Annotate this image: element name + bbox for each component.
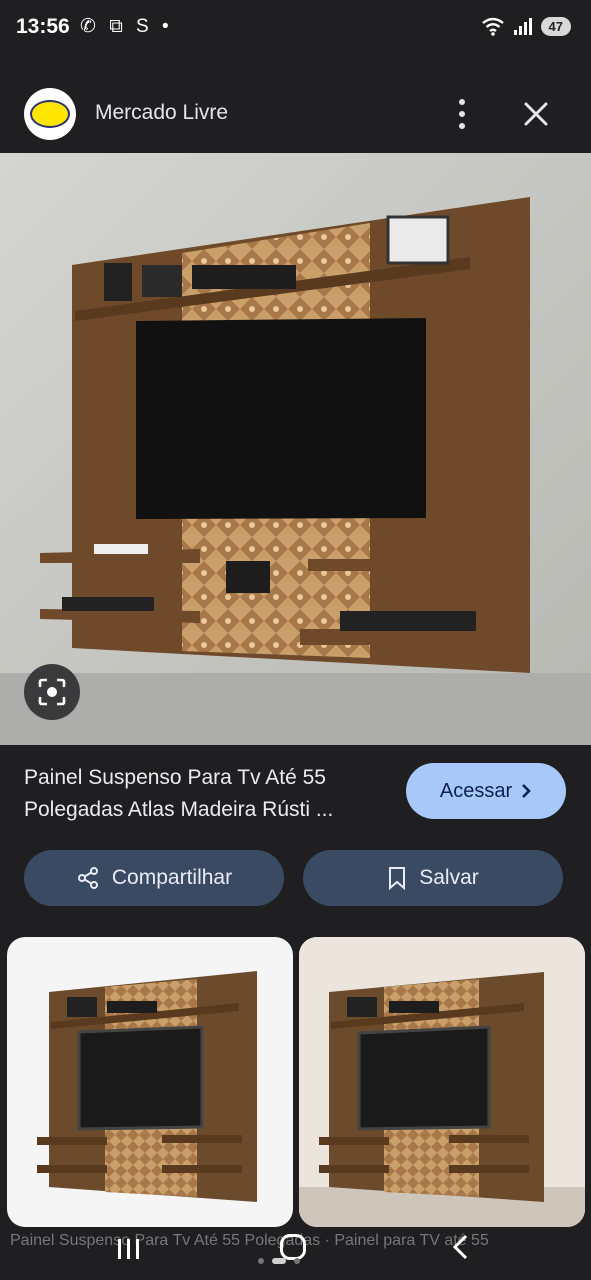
navigation-bar <box>0 1228 591 1280</box>
share-button-label: Compartilhar <box>111 866 233 889</box>
status-time: 13:56 <box>16 15 70 38</box>
wifi-icon <box>481 17 504 36</box>
handshake-icon <box>30 100 70 128</box>
related-image-2[interactable] <box>299 937 585 1227</box>
share-button[interactable]: Compartilhar <box>24 850 284 906</box>
close-icon[interactable] <box>520 98 552 130</box>
save-button-label: Salvar <box>419 866 479 889</box>
result-title[interactable]: Painel Suspenso Para Tv Até 55 Polegadas… <box>24 762 394 826</box>
visit-button[interactable]: Acessar <box>406 763 566 819</box>
tv-panel-room-thumbnail <box>299 937 585 1227</box>
result-title-line-2: Polegadas Atlas Madeira Rústi ... <box>24 798 334 821</box>
notification-icons: ✆ ⧉ S • <box>80 16 173 37</box>
visit-button-label: Acessar <box>439 779 513 802</box>
bookmark-icon <box>389 867 406 890</box>
page-dot <box>258 1258 264 1264</box>
page-dots <box>258 1258 300 1264</box>
system-indicators: 47 <box>481 16 571 36</box>
tv-panel-illustration <box>0 153 591 745</box>
page-dot-active <box>272 1258 286 1264</box>
back-icon[interactable] <box>450 1234 472 1260</box>
lens-icon <box>38 678 66 706</box>
source-name[interactable]: Mercado Livre <box>95 101 228 125</box>
google-lens-button[interactable] <box>24 664 80 720</box>
tv-panel-thumbnail <box>37 971 257 1202</box>
status-bar: 13:56 ✆ ⧉ S • 47 <box>0 0 591 56</box>
source-header: Mercado Livre <box>0 80 591 148</box>
page-dot <box>294 1258 300 1264</box>
signal-icon <box>513 18 532 35</box>
mercado-livre-logo <box>24 88 76 140</box>
share-icon <box>77 867 98 889</box>
result-title-line-1: Painel Suspenso Para Tv Até 55 <box>24 766 326 789</box>
related-image-1[interactable] <box>7 937 293 1227</box>
more-vert-icon[interactable] <box>448 97 476 131</box>
chevron-right-icon <box>522 784 531 798</box>
recents-icon[interactable] <box>116 1236 142 1262</box>
home-icon[interactable] <box>280 1234 306 1260</box>
battery-indicator: 47 <box>540 16 571 36</box>
save-button[interactable]: Salvar <box>303 850 563 906</box>
product-image[interactable] <box>0 153 591 745</box>
